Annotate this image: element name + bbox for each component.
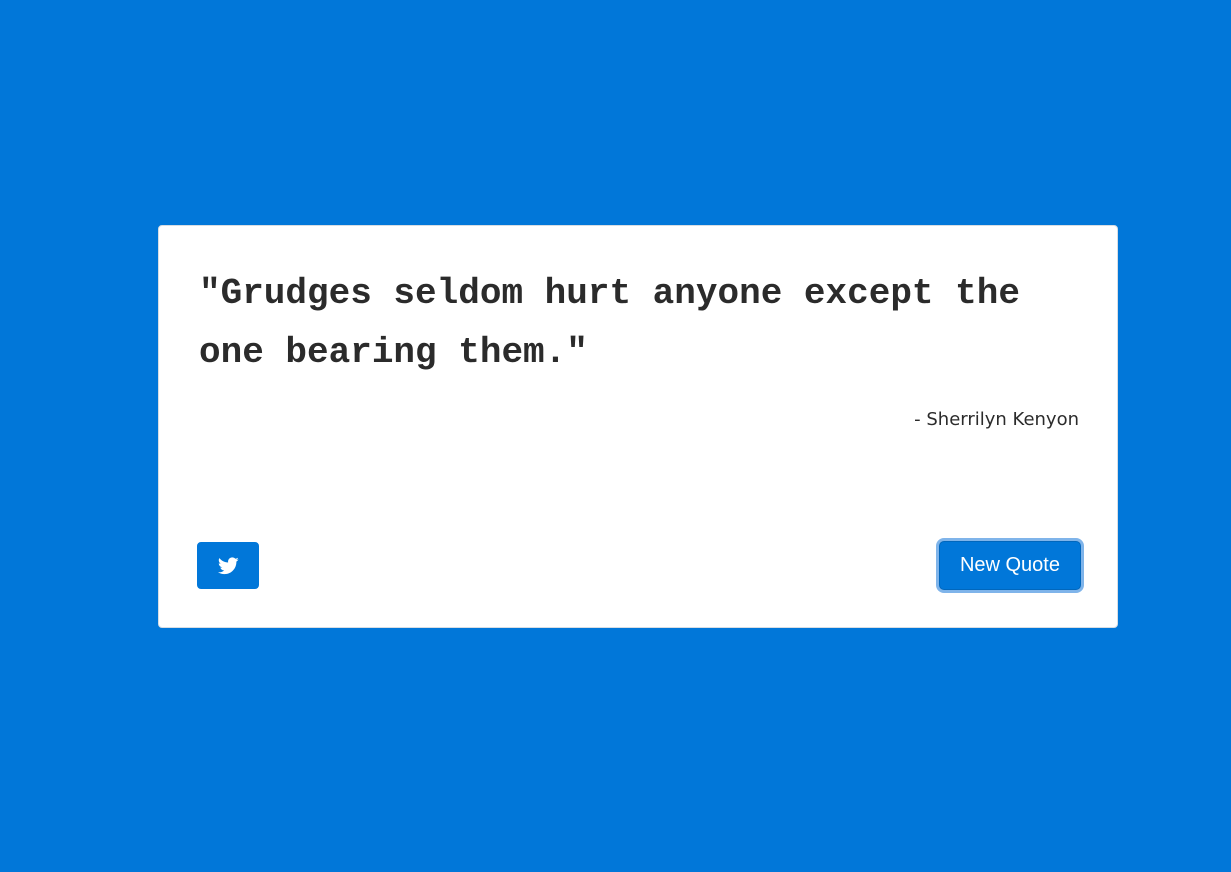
tweet-quote-button[interactable] <box>197 542 259 589</box>
quote-text: "Grudges seldom hurt anyone except the o… <box>199 273 1020 373</box>
quote-author: - Sherrilyn Kenyon <box>914 409 1079 430</box>
new-quote-button[interactable]: New Quote <box>938 541 1081 590</box>
quote-box: "Grudges seldom hurt anyone except the o… <box>158 225 1118 628</box>
twitter-icon <box>217 556 239 574</box>
